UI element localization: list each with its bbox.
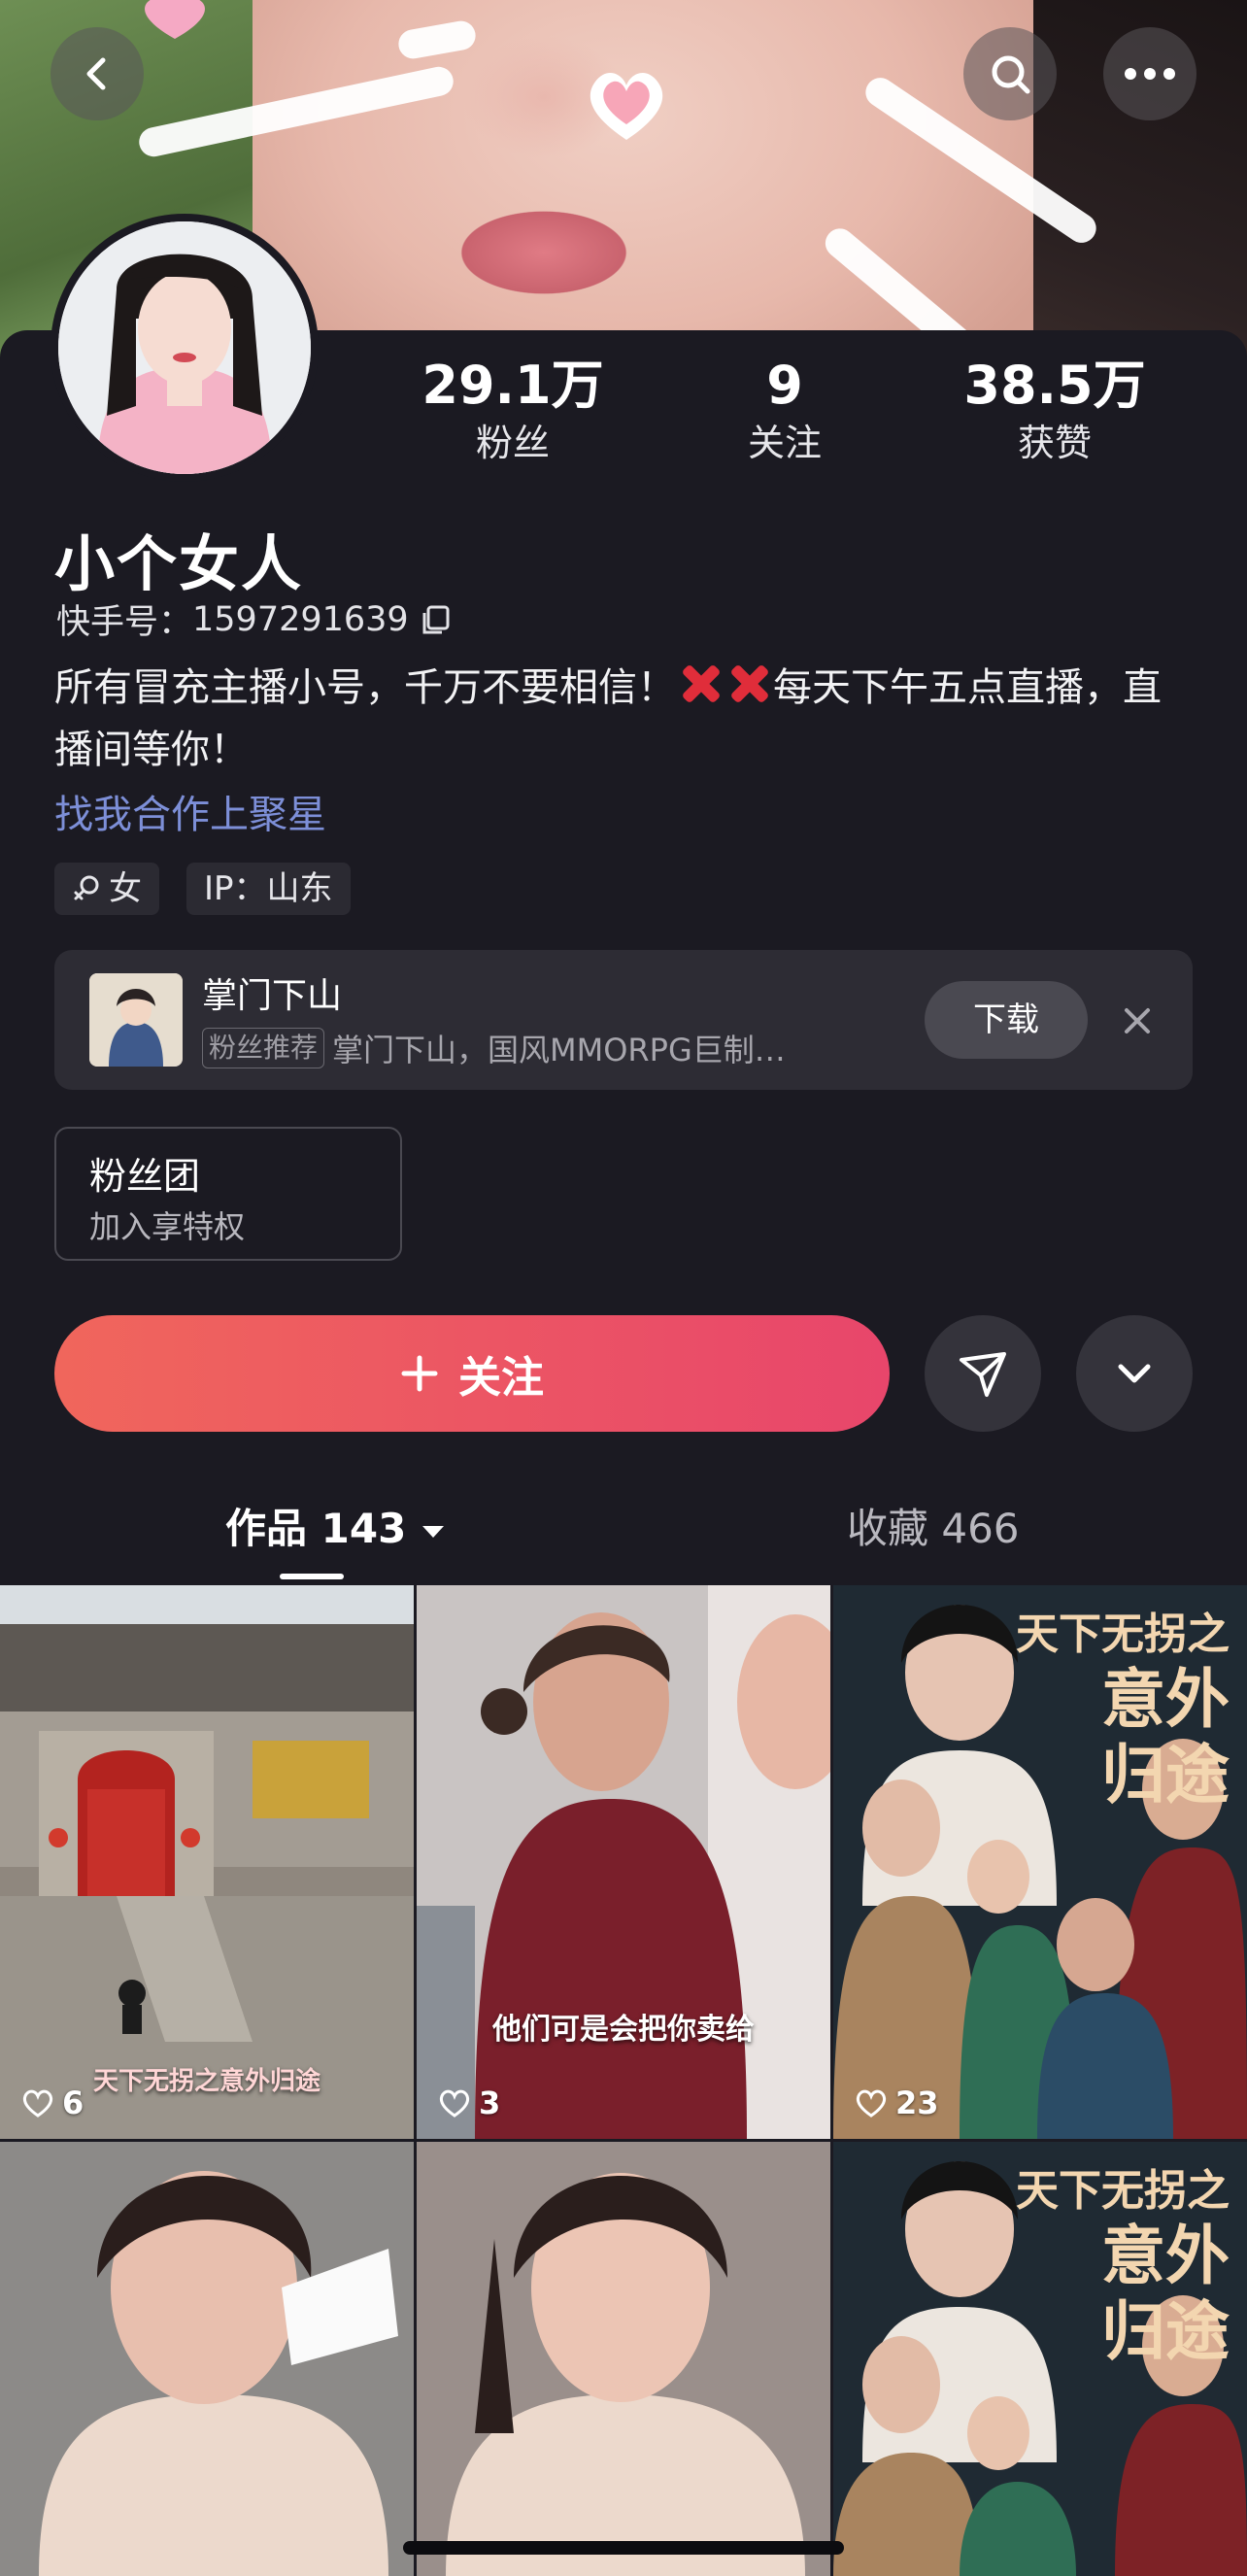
- stat-likes[interactable]: 38.5万 获赞: [948, 352, 1162, 466]
- cross-mark-icon: [725, 660, 773, 708]
- gender-tag: 女: [54, 863, 159, 915]
- chevron-down-icon: [1118, 1364, 1151, 1383]
- video-likes: 23: [855, 2085, 939, 2121]
- poster-title: 天下无拐之 意外 归途: [1016, 1599, 1230, 1813]
- recommended-game-card[interactable]: 掌门下山 粉丝推荐 掌门下山，国风MMORPG巨制… 下载: [54, 950, 1193, 1090]
- cover-heart-sticker: [145, 0, 205, 39]
- fan-club-subtitle: 加入享特权: [89, 1208, 246, 1245]
- bio-text: 所有冒充主播小号，千万不要相信！: [54, 665, 676, 710]
- search-icon: [992, 55, 1030, 94]
- stat-label: 粉丝: [475, 422, 550, 464]
- cover-whisker: [396, 18, 478, 61]
- video-thumbnail[interactable]: 天下无拐之 意外 归途: [833, 2142, 1247, 2576]
- fan-club-title: 粉丝团: [89, 1155, 201, 1198]
- cover-heart-sticker: [590, 73, 663, 140]
- heart-icon: [439, 2089, 470, 2118]
- game-description: 掌门下山，国风MMORPG巨制…: [332, 1032, 786, 1068]
- video-likes: 3: [438, 2085, 500, 2121]
- download-button[interactable]: 下载: [925, 981, 1088, 1059]
- poster-title-line: 天下无拐之: [1016, 2166, 1230, 2216]
- poster-title-line: 归途: [1101, 2293, 1230, 2369]
- video-like-count: 6: [62, 2085, 84, 2121]
- stat-value: 29.1万: [421, 355, 604, 416]
- cooperation-link[interactable]: 找我合作上聚星: [54, 783, 326, 839]
- ip-tag: IP：山东: [186, 863, 351, 915]
- profile-bio: 所有冒充主播小号，千万不要相信！ 每天下午五点直播，直播间等你！: [54, 657, 1191, 781]
- female-icon: [74, 875, 99, 900]
- tab-favorites[interactable]: 收藏 466: [847, 1496, 1020, 1555]
- video-likes: 6: [21, 2085, 84, 2121]
- avatar-image: [58, 221, 311, 474]
- more-icon: [1125, 68, 1175, 80]
- video-caption: 他们可是会把你卖给: [492, 2013, 755, 2047]
- back-icon: [86, 57, 106, 90]
- heart-icon: [22, 2089, 53, 2118]
- kuaishou-id-row: 快手号： 1597291639: [56, 594, 452, 644]
- poster-title-line: 意外: [1101, 1661, 1230, 1737]
- plus-icon: [401, 1355, 438, 1392]
- poster-title-line: 天下无拐之: [1016, 1610, 1230, 1659]
- poster-title-line: 意外: [1101, 2218, 1230, 2293]
- kuaishou-id-value: 1597291639: [192, 599, 409, 639]
- stat-fans[interactable]: 29.1万 粉丝: [406, 352, 620, 466]
- close-icon[interactable]: [1113, 997, 1162, 1045]
- kuaishou-id-label: 快手号：: [56, 603, 193, 642]
- avatar[interactable]: [51, 214, 319, 482]
- video-thumbnail[interactable]: 天下无拐之 意外 归途 23: [833, 1585, 1247, 2139]
- poster-title-line: 归途: [1101, 1737, 1230, 1813]
- game-app-icon: [89, 973, 183, 1067]
- video-thumbnail[interactable]: [417, 2142, 830, 2576]
- stat-value: 38.5万: [963, 355, 1146, 416]
- video-grid: 天下无拐之意外归途 6 他们可是会把你卖给 3 天下无拐之 意外 归途 23 天…: [0, 1585, 1247, 2576]
- follow-label: 关注: [458, 1353, 544, 1403]
- more-button[interactable]: [1103, 27, 1196, 120]
- fan-club-button[interactable]: 粉丝团 加入享特权: [54, 1127, 402, 1261]
- tab-works-label: 作品 143: [225, 1505, 407, 1552]
- expand-button[interactable]: [1076, 1315, 1193, 1432]
- video-thumbnail[interactable]: [0, 2142, 414, 2576]
- message-button[interactable]: [925, 1315, 1041, 1432]
- tab-active-indicator: [280, 1574, 344, 1579]
- copy-icon[interactable]: [419, 603, 452, 636]
- home-indicator[interactable]: [403, 2541, 844, 2555]
- stat-value: 9: [766, 355, 803, 416]
- fan-recommend-badge: 粉丝推荐: [202, 1028, 325, 1068]
- game-subtitle: 粉丝推荐 掌门下山，国风MMORPG巨制…: [202, 1026, 786, 1070]
- video-like-count: 3: [479, 2085, 501, 2121]
- video-thumbnail[interactable]: 天下无拐之意外归途 6: [0, 1585, 414, 2139]
- tab-works[interactable]: 作品 143: [225, 1496, 446, 1555]
- heart-icon: [856, 2089, 887, 2118]
- video-like-count: 23: [895, 2085, 939, 2121]
- poster-title: 天下无拐之 意外 归途: [1016, 2155, 1230, 2369]
- video-thumbnail[interactable]: 他们可是会把你卖给 3: [417, 1585, 830, 2139]
- stat-following[interactable]: 9 关注: [678, 352, 892, 466]
- game-title: 掌门下山: [202, 976, 343, 1016]
- profile-name: 小个女人: [54, 528, 304, 599]
- stat-label: 获赞: [1017, 422, 1092, 464]
- search-button[interactable]: [963, 27, 1057, 120]
- caret-down-icon: [421, 1525, 444, 1538]
- send-icon: [960, 1352, 1006, 1397]
- stat-label: 关注: [747, 422, 822, 464]
- follow-button[interactable]: 关注: [54, 1315, 890, 1432]
- gender-text: 女: [109, 869, 142, 908]
- back-button[interactable]: [51, 27, 144, 120]
- cross-mark-icon: [676, 660, 725, 708]
